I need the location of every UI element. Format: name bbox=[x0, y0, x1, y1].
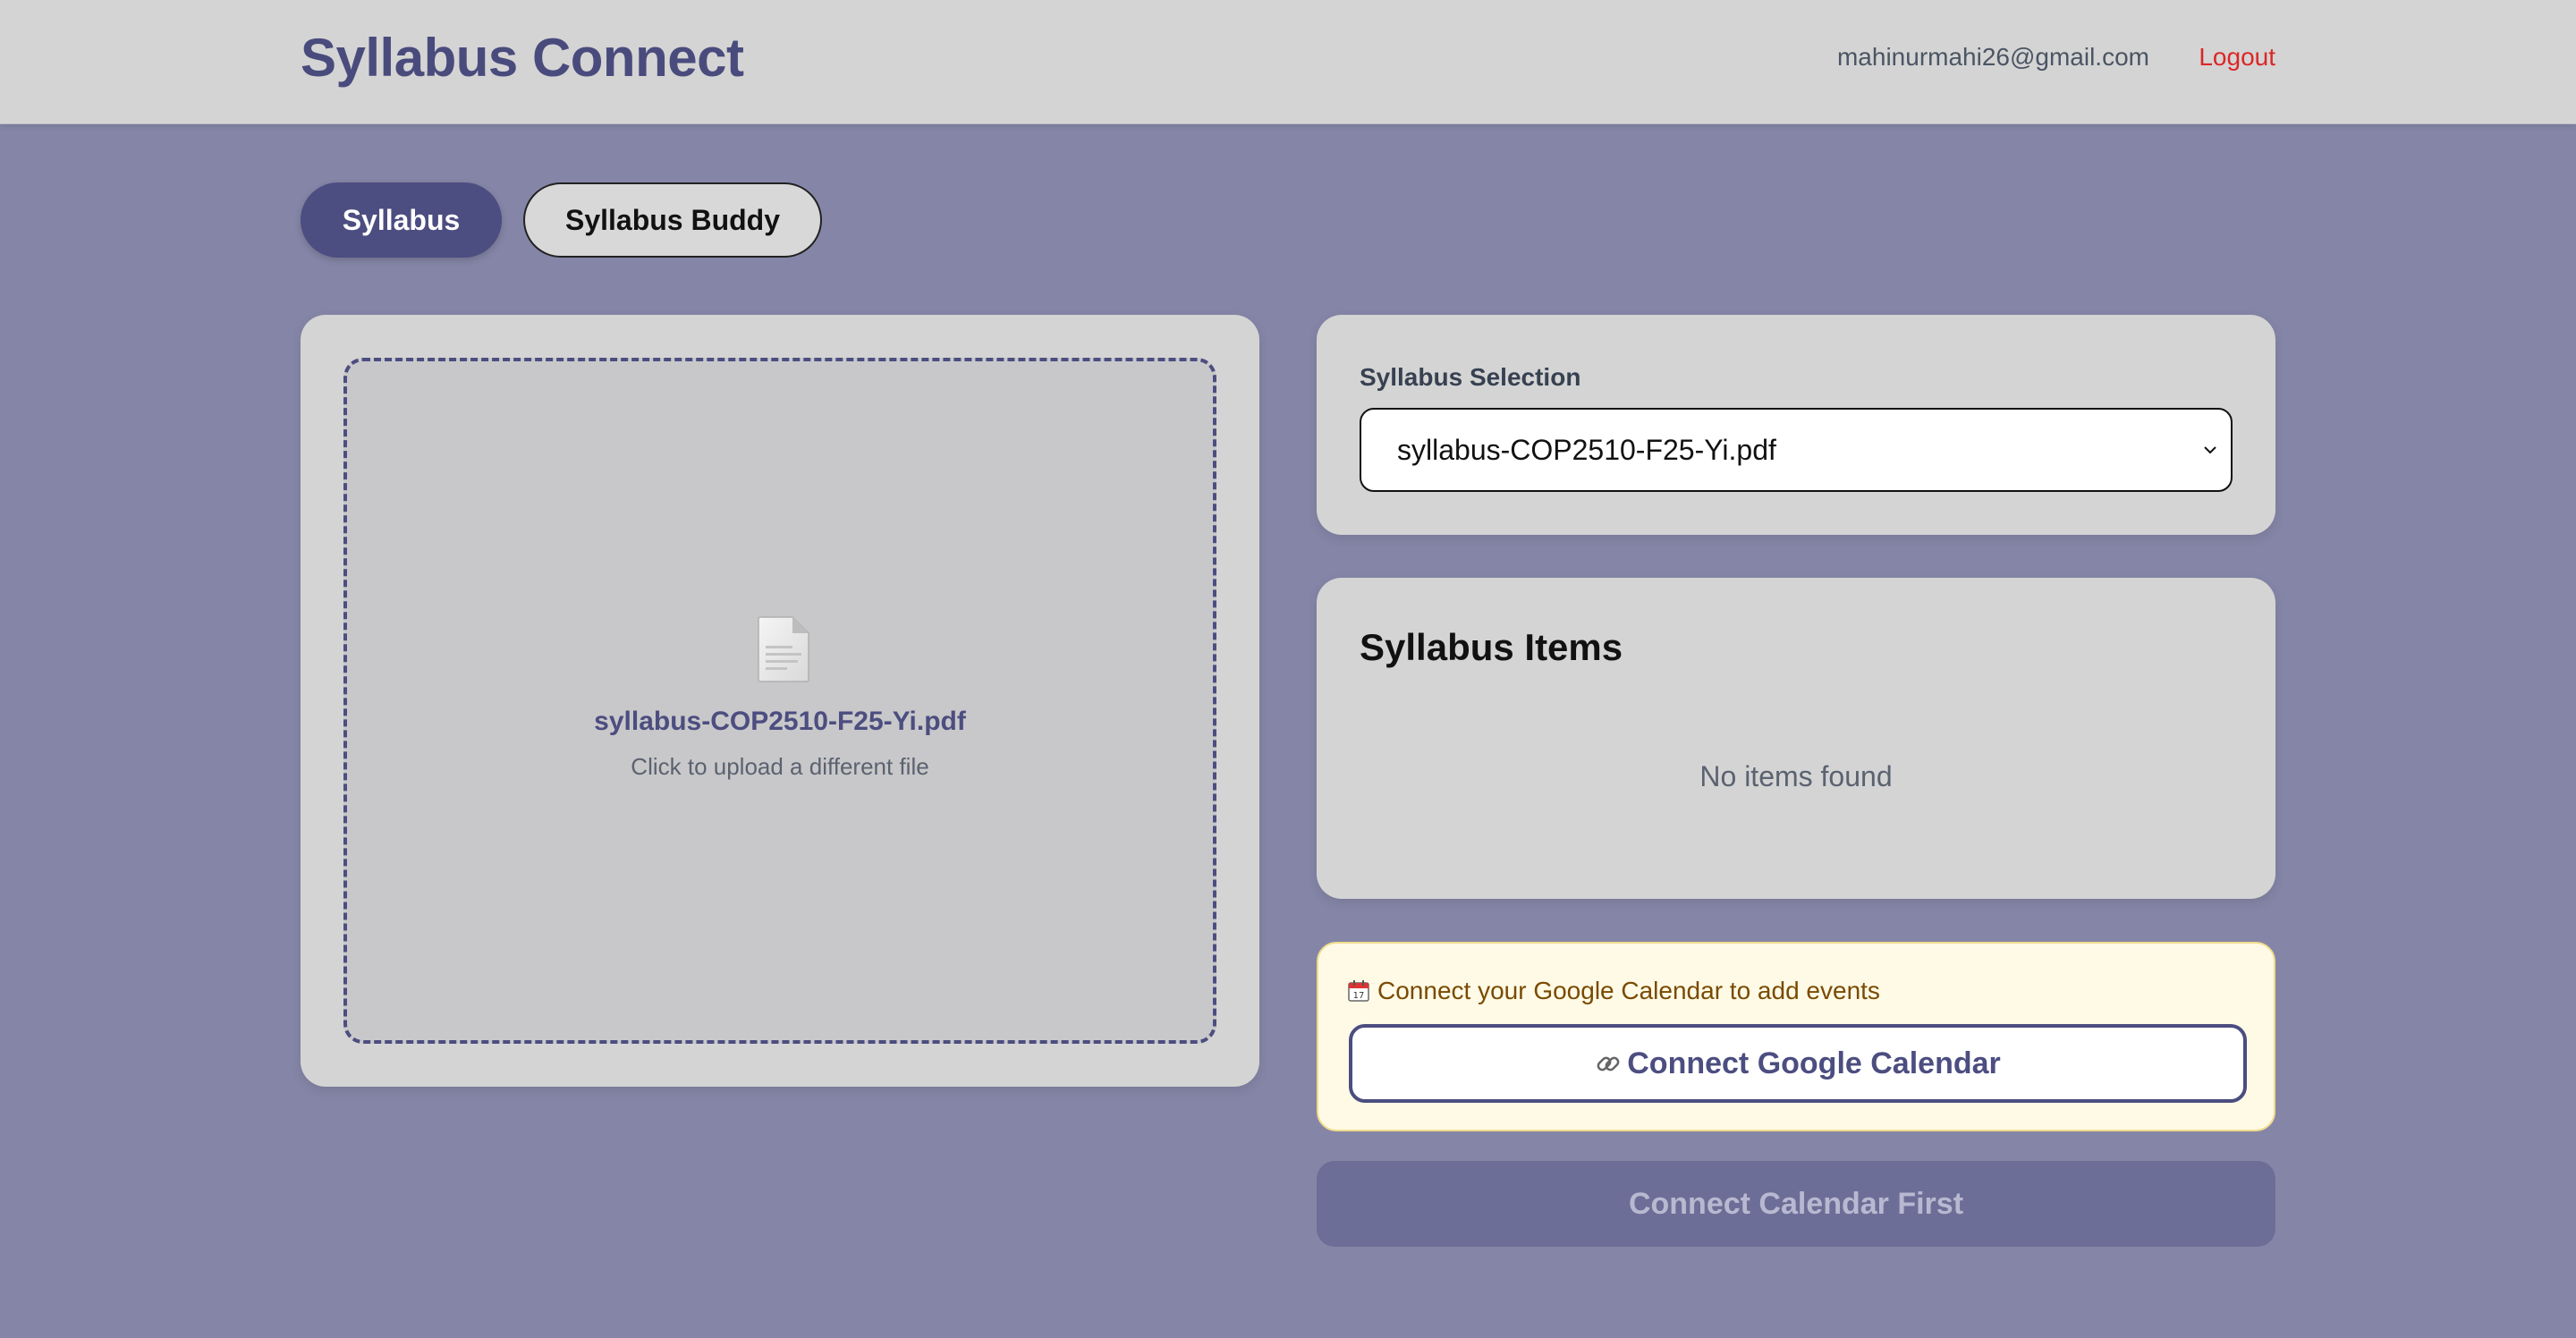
syllabus-items-card: Syllabus Items No items found bbox=[1317, 578, 2275, 899]
uploaded-file-name: syllabus-COP2510-F25-Yi.pdf bbox=[594, 707, 966, 736]
tab-syllabus[interactable]: Syllabus bbox=[301, 182, 502, 258]
connect-google-calendar-label: Connect Google Calendar bbox=[1627, 1046, 2001, 1080]
calendar-connect-notice: 17 Connect your Google Calendar to add e… bbox=[1317, 942, 2275, 1131]
user-email: mahinurmahi26@gmail.com bbox=[1836, 43, 2149, 71]
syllabus-items-title: Syllabus Items bbox=[1360, 626, 1623, 668]
connect-calendar-first-button[interactable]: Connect Calendar First bbox=[1317, 1161, 2275, 1247]
svg-text:17: 17 bbox=[1353, 991, 1365, 1001]
calendar-note-text: Connect your Google Calendar to add even… bbox=[1377, 977, 1880, 1004]
app-title: Syllabus Connect bbox=[301, 28, 744, 88]
connect-google-calendar-button[interactable]: Connect Google Calendar bbox=[1349, 1024, 2247, 1103]
syllabus-selection-label: Syllabus Selection bbox=[1360, 363, 1581, 391]
file-dropzone[interactable]: syllabus-COP2510-F25-Yi.pdf Click to upl… bbox=[343, 358, 1216, 1044]
top-header: Syllabus Connect mahinurmahi26@gmail.com… bbox=[0, 0, 2576, 124]
calendar-note: 17 Connect your Google Calendar to add e… bbox=[1347, 975, 1880, 1007]
link-icon bbox=[1597, 1056, 1620, 1071]
file-icon bbox=[758, 616, 809, 682]
tab-syllabus-buddy[interactable]: Syllabus Buddy bbox=[523, 182, 822, 258]
syllabus-select[interactable]: syllabus-COP2510-F25-Yi.pdf bbox=[1360, 408, 2233, 492]
calendar-icon: 17 bbox=[1348, 980, 1369, 1002]
chevron-down-icon bbox=[2204, 446, 2216, 454]
syllabus-selection-card: Syllabus Selection syllabus-COP2510-F25-… bbox=[1317, 315, 2275, 535]
upload-hint: Click to upload a different file bbox=[631, 753, 929, 780]
logout-link[interactable]: Logout bbox=[2199, 41, 2275, 73]
upload-card: syllabus-COP2510-F25-Yi.pdf Click to upl… bbox=[301, 315, 1259, 1087]
empty-items-message: No items found bbox=[1699, 760, 1893, 792]
syllabus-select-value: syllabus-COP2510-F25-Yi.pdf bbox=[1397, 434, 1776, 466]
